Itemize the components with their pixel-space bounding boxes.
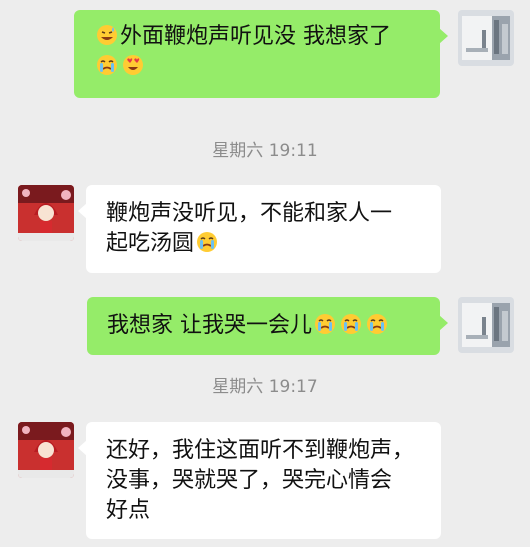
- message-text: 我想家 让我哭一会儿: [107, 313, 312, 338]
- message-text: 外面鞭炮声听见没 我想家了: [120, 24, 391, 49]
- contact-avatar[interactable]: [18, 422, 74, 478]
- message-bubble-received[interactable]: 鞭炮声没听见，不能和家人一 起吃汤圆: [78, 185, 441, 273]
- crying-icon: [314, 313, 336, 335]
- message-text: 鞭炮声没听见，不能和家人一: [106, 201, 393, 226]
- my-avatar[interactable]: [458, 297, 514, 353]
- crying-icon: [196, 231, 218, 253]
- timestamp: 星期六 19:11: [212, 141, 318, 161]
- timestamp: 星期六 19:17: [212, 377, 318, 397]
- chat-view: 外面鞭炮声听见没 我想家了 星期六 19:11 鞭炮声没听见，不能和家人一 起吃…: [0, 0, 530, 547]
- message-text: 起吃汤圆: [106, 231, 195, 256]
- message-bubble-sent[interactable]: 我想家 让我哭一会儿: [87, 297, 448, 355]
- message-text: 还好，我住这面听不到鞭炮声，: [106, 438, 415, 463]
- crying-icon: [366, 313, 388, 335]
- message-bubble-received[interactable]: 还好，我住这面听不到鞭炮声， 没事，哭就哭了，哭完心情会 好点: [78, 422, 441, 539]
- my-avatar[interactable]: [458, 10, 514, 66]
- heart-eyes-icon: [122, 54, 144, 76]
- grinning-sweat-icon: [96, 24, 118, 46]
- crying-icon: [340, 313, 362, 335]
- message-text: 好点: [106, 498, 151, 523]
- crying-icon: [96, 54, 118, 76]
- message-bubble-sent[interactable]: 外面鞭炮声听见没 我想家了: [74, 10, 448, 98]
- message-text: 没事，哭就哭了，哭完心情会: [106, 468, 393, 493]
- contact-avatar[interactable]: [18, 185, 74, 241]
